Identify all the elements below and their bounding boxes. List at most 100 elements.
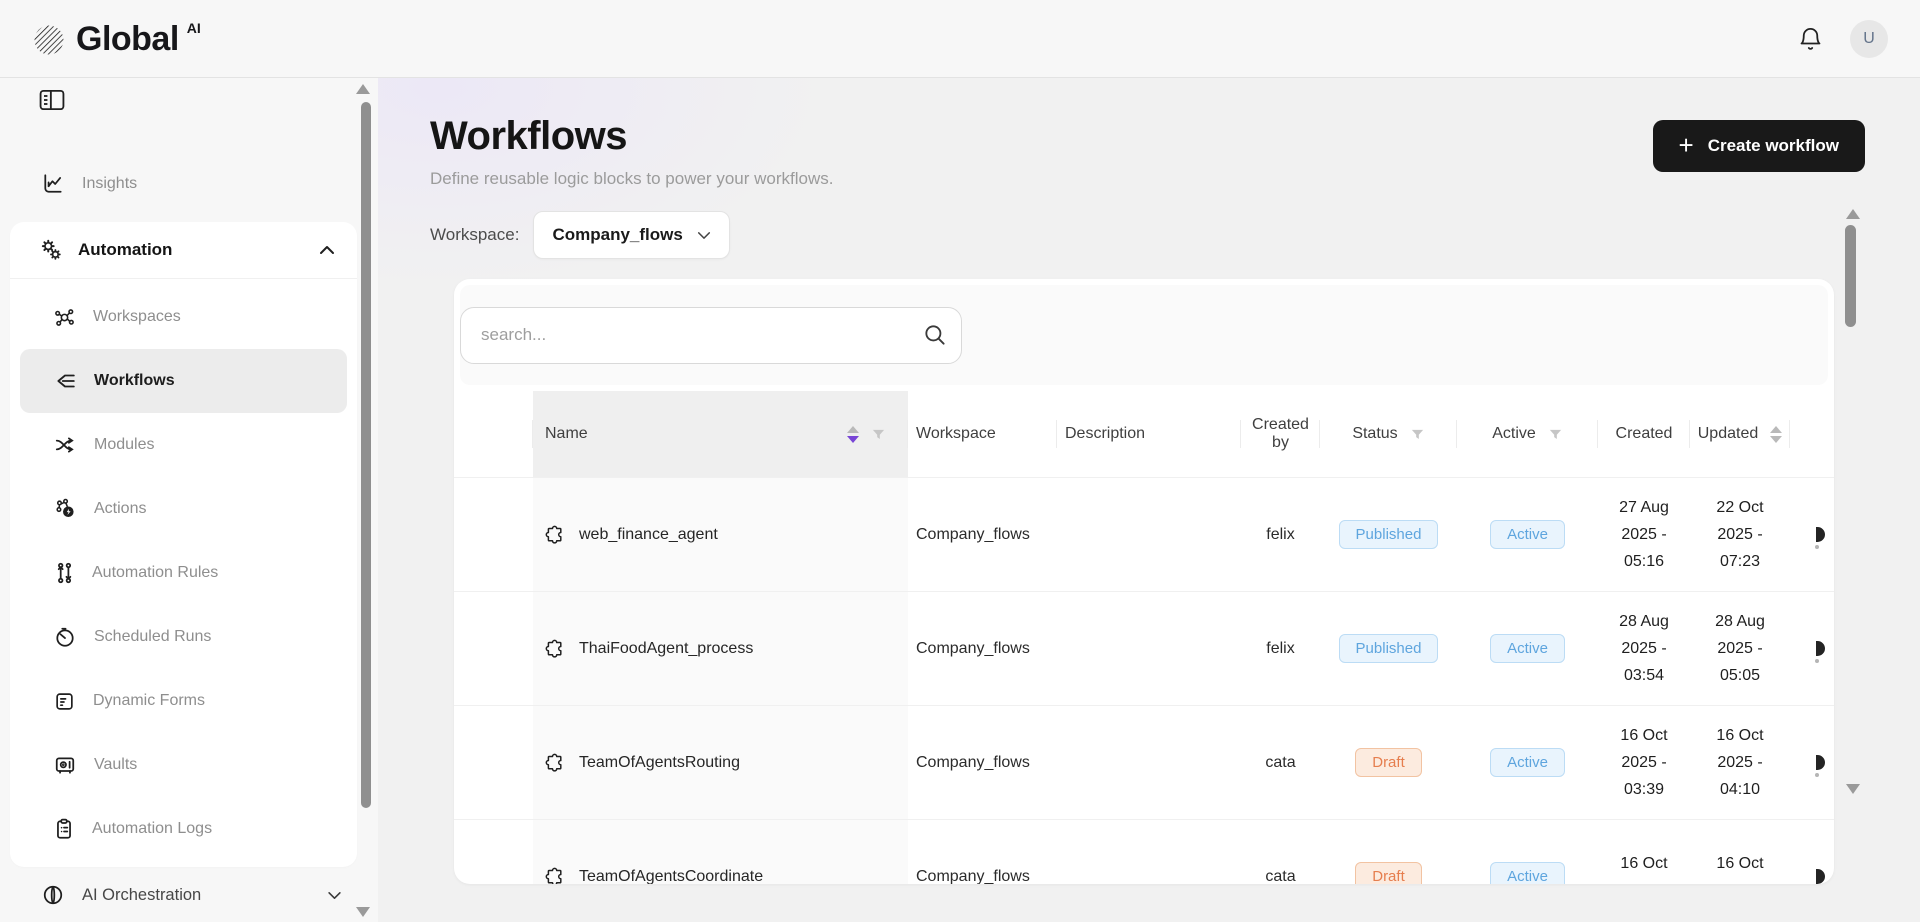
updated-date: 16 Oct 2025 - (1704, 850, 1776, 885)
row-actions-partial-icon[interactable] (1816, 641, 1825, 656)
sort-icon-updated[interactable] (1770, 426, 1782, 443)
panel-left-icon (38, 88, 66, 112)
table-header-created[interactable]: Created (1598, 391, 1690, 477)
table-header-name[interactable]: Name (533, 391, 908, 477)
main-content: Workflows Define reusable logic blocks t… (378, 78, 1920, 922)
create-workflow-button[interactable]: + Create workflow (1653, 120, 1866, 172)
status-badge: Published (1339, 520, 1439, 549)
column-label: Active (1492, 425, 1536, 443)
sidebar-group-automation-header[interactable]: Automation (10, 222, 357, 278)
sidebar-toggle-button[interactable] (38, 88, 66, 112)
table-row[interactable]: TeamOfAgentsRouting Company_flows cata D… (454, 705, 1834, 819)
shuffle-icon (54, 434, 76, 456)
column-label: Updated (1698, 425, 1759, 443)
main-scrollbar-thumb[interactable] (1845, 225, 1856, 327)
row-actions-cell[interactable] (1790, 478, 1834, 591)
table-row[interactable]: web_finance_agent Company_flows felix Pu… (454, 477, 1834, 591)
sidebar-item-label: AI Orchestration (82, 886, 201, 905)
workspace-cell: Company_flows (908, 706, 1057, 819)
description-cell (1057, 592, 1241, 705)
sidebar-item-label: Modules (94, 436, 154, 454)
workflow-name: TeamOfAgentsRouting (579, 754, 740, 772)
workspace-select[interactable]: Company_flows (533, 211, 729, 259)
sidebar-item-label: Vaults (94, 756, 137, 774)
app-logo[interactable]: Global AI (32, 19, 201, 59)
workspace-label: Workspace: (430, 225, 519, 245)
sidebar-scrollbar-thumb[interactable] (361, 102, 371, 808)
table-header-status[interactable]: Status (1320, 391, 1457, 477)
column-label: Workspace (916, 425, 996, 443)
workflow-name: TeamOfAgentsCoordinate (579, 868, 763, 885)
row-leading-cell (454, 820, 533, 884)
table-header-created-by[interactable]: Created by (1241, 391, 1320, 477)
sidebar-item-automation-logs[interactable]: Automation Logs (20, 797, 347, 861)
bell-icon (1797, 25, 1824, 53)
updated-date: 28 Aug 2025 - 05:05 (1704, 608, 1776, 689)
sidebar-item-workspaces[interactable]: Workspaces (20, 285, 347, 349)
created-date: 27 Aug 2025 - 05:16 (1608, 494, 1680, 575)
table-header-description[interactable]: Description (1057, 391, 1241, 477)
workflow-name-cell[interactable]: web_finance_agent (533, 478, 908, 591)
sidebar-item-ai-orchestration[interactable]: AI Orchestration (0, 867, 378, 922)
sidebar-item-workflows[interactable]: Workflows (20, 349, 347, 413)
row-actions-cell[interactable] (1790, 592, 1834, 705)
sidebar-item-actions[interactable]: Actions (20, 477, 347, 541)
search-input[interactable] (460, 307, 962, 364)
sidebar-scrollbar-up-arrow[interactable] (356, 84, 370, 94)
sidebar-item-vaults[interactable]: Vaults (20, 733, 347, 797)
table-header-workspace[interactable]: Workspace (908, 391, 1057, 477)
puzzle-icon (545, 525, 565, 545)
filter-icon-active[interactable] (1548, 427, 1563, 442)
workflow-name-cell[interactable]: ThaiFoodAgent_process (533, 592, 908, 705)
sidebar-group-label: Automation (78, 240, 172, 260)
table-row[interactable]: TeamOfAgentsCoordinate Company_flows cat… (454, 819, 1834, 884)
sort-icon-name[interactable] (847, 426, 859, 443)
sidebar-scrollbar-down-arrow[interactable] (356, 907, 370, 917)
notifications-button[interactable] (1797, 25, 1824, 53)
workflows-table-card: Name Workspace Description (454, 279, 1834, 884)
column-label: Created (1616, 425, 1673, 443)
form-icon (54, 691, 75, 712)
created-by-cell: felix (1241, 478, 1320, 591)
bolt-network-icon (54, 498, 76, 520)
filter-icon-status[interactable] (1410, 427, 1425, 442)
chevron-up-icon[interactable] (319, 245, 335, 255)
sidebar-item-automation-rules[interactable]: Automation Rules (20, 541, 347, 605)
sidebar-item-modules[interactable]: Modules (20, 413, 347, 477)
active-badge: Active (1490, 520, 1565, 549)
active-badge: Active (1490, 634, 1565, 663)
workflow-name-cell[interactable]: TeamOfAgentsCoordinate (533, 820, 908, 884)
row-actions-partial-icon[interactable] (1816, 527, 1825, 542)
description-cell (1057, 478, 1241, 591)
logo-text: Global (76, 19, 179, 59)
table-header-active[interactable]: Active (1457, 391, 1598, 477)
table-header-row: Name Workspace Description (454, 391, 1834, 477)
filter-icon-name[interactable] (871, 427, 886, 442)
row-actions-partial-icon[interactable] (1816, 755, 1825, 770)
sidebar-item-label: Workflows (94, 372, 175, 390)
search-icon[interactable] (922, 322, 948, 348)
column-label: Description (1065, 425, 1145, 443)
sidebar-item-insights[interactable]: Insights (0, 156, 378, 212)
table-row[interactable]: ThaiFoodAgent_process Company_flows feli… (454, 591, 1834, 705)
workflow-name-cell[interactable]: TeamOfAgentsRouting (533, 706, 908, 819)
row-actions-partial-icon[interactable] (1816, 869, 1825, 884)
updated-date: 16 Oct 2025 - 04:10 (1704, 722, 1776, 803)
table-header-actions (1790, 391, 1834, 477)
table-header-updated[interactable]: Updated (1690, 391, 1790, 477)
chevron-down-icon[interactable] (327, 891, 342, 900)
user-avatar[interactable]: U (1850, 20, 1888, 58)
row-actions-cell[interactable] (1790, 706, 1834, 819)
page-subtitle: Define reusable logic blocks to power yo… (430, 169, 1920, 189)
main-scrollbar-up-arrow[interactable] (1846, 209, 1860, 219)
column-label: Name (545, 425, 588, 443)
row-leading-cell (454, 478, 533, 591)
row-actions-cell[interactable] (1790, 820, 1834, 884)
sidebar-item-label: Automation Logs (92, 820, 212, 838)
sidebar-item-dynamic-forms[interactable]: Dynamic Forms (20, 669, 347, 733)
workspace-cell: Company_flows (908, 592, 1057, 705)
chevron-down-icon (697, 231, 711, 240)
created-date: 16 Oct 2025 - (1608, 850, 1680, 885)
main-scrollbar-down-arrow[interactable] (1846, 784, 1860, 794)
sidebar-item-scheduled-runs[interactable]: Scheduled Runs (20, 605, 347, 669)
